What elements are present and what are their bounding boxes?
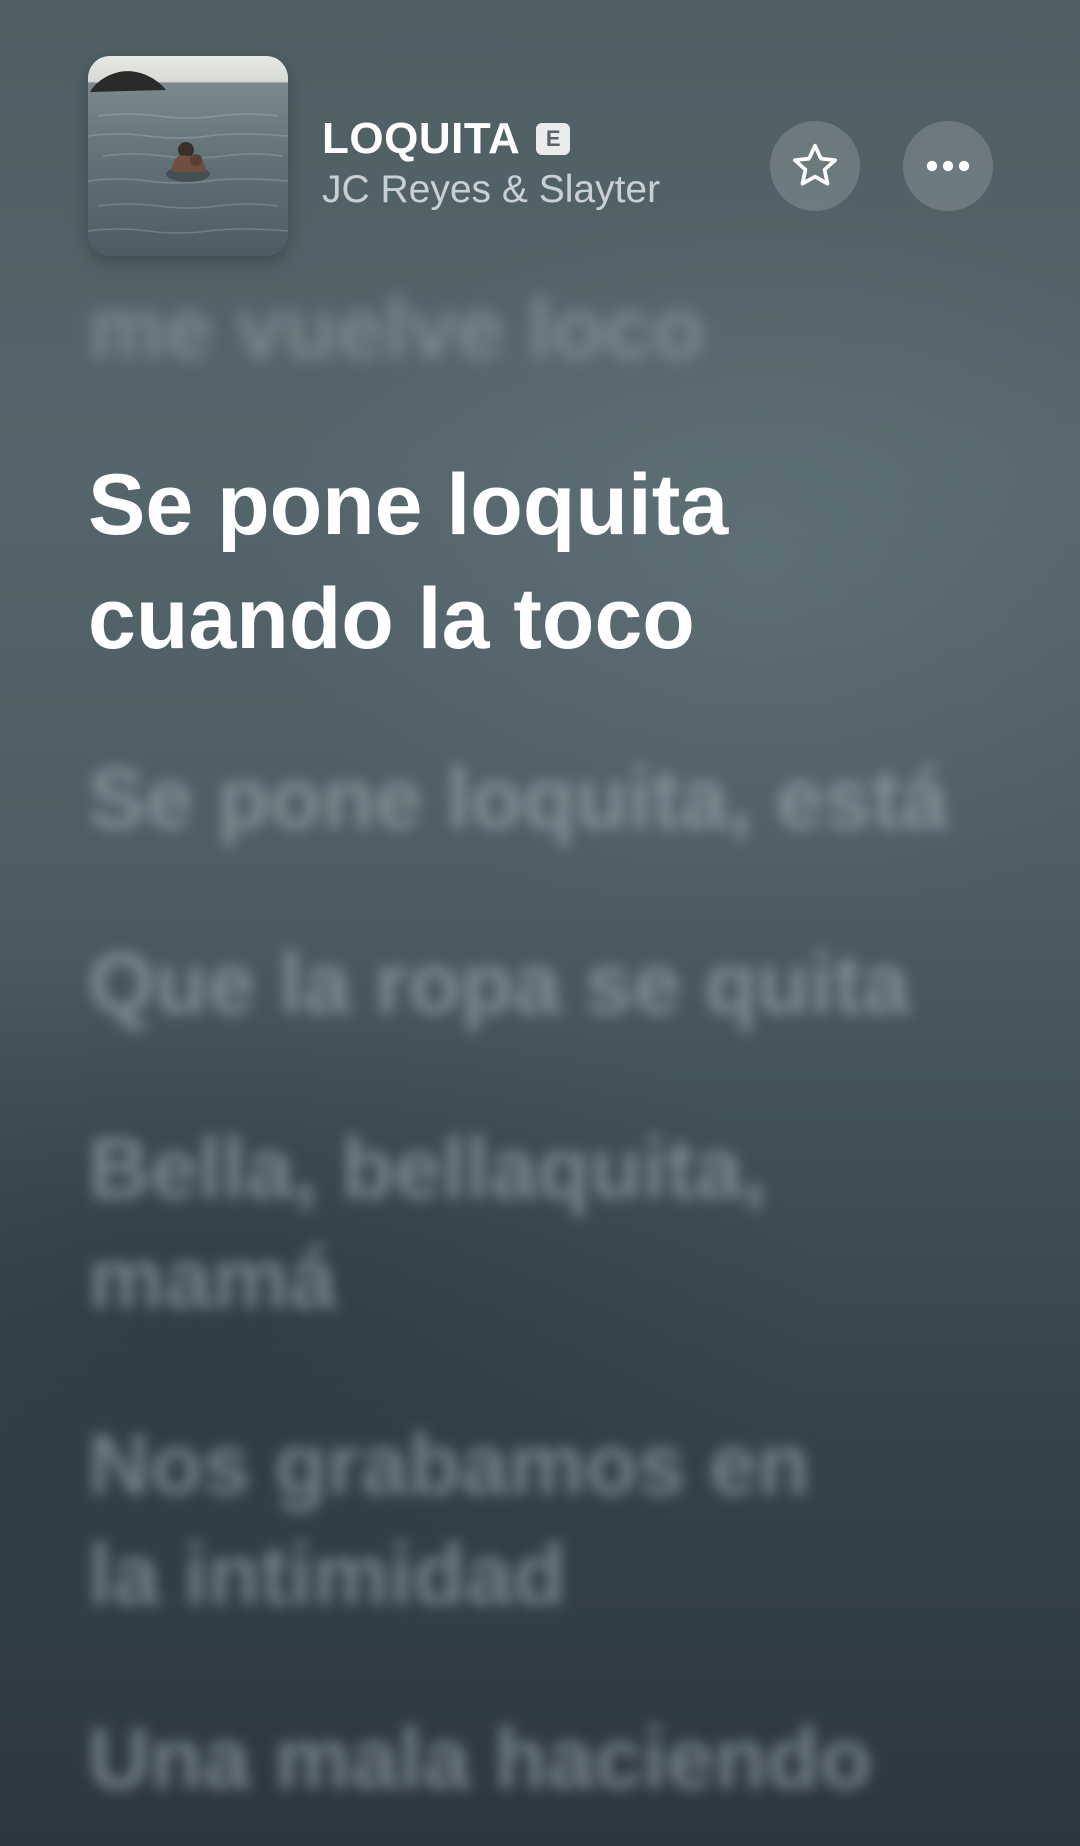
lyric-line-active-1[interactable]: Se pone loquita	[88, 448, 728, 562]
lyric-line[interactable]: Nos grabamos en	[88, 1408, 810, 1522]
star-icon	[793, 143, 837, 186]
lyric-line[interactable]: Se pone loquita, está	[88, 742, 948, 856]
lyric-line[interactable]: Una mala haciendo	[88, 1702, 872, 1816]
track-title: LOQUITA	[322, 114, 521, 163]
lyric-line[interactable]: Bella, bellaquita,	[88, 1112, 767, 1226]
lyric-line[interactable]: Que la ropa se quita	[88, 927, 910, 1041]
track-info[interactable]: LOQUITA E JC Reyes & Slayter	[322, 112, 742, 212]
lyric-line[interactable]: la intimidad	[88, 1518, 566, 1632]
lyric-line-active-2[interactable]: cuando la toco	[88, 562, 695, 676]
ellipsis-icon	[926, 160, 970, 172]
album-artwork-image	[88, 56, 288, 256]
more-button[interactable]	[903, 121, 993, 211]
title-row: LOQUITA E	[322, 112, 742, 166]
favorite-button[interactable]	[770, 121, 860, 211]
explicit-badge: E	[536, 123, 571, 155]
lyric-line[interactable]: mamá	[88, 1222, 337, 1336]
album-artwork[interactable]	[88, 56, 288, 256]
now-playing-header: LOQUITA E JC Reyes & Slayter	[88, 56, 993, 256]
artist-name[interactable]: JC Reyes & Slayter	[322, 168, 742, 212]
lyric-line-previous[interactable]: me vuelve loco	[88, 272, 705, 386]
